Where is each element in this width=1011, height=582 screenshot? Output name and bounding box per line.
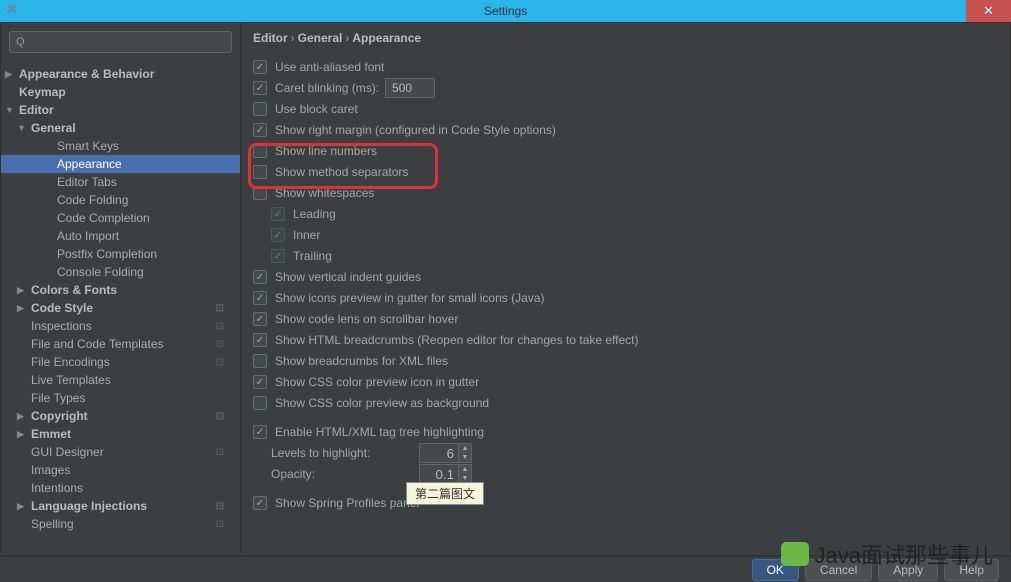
checkbox-whitespaces[interactable] [253,186,267,200]
label-inner: Inner [293,228,320,242]
checkbox-css-gutter[interactable] [253,375,267,389]
label-css-bg: Show CSS color preview as background [275,396,489,410]
tree-console-folding[interactable]: Console Folding [1,263,240,281]
tree-language-injections[interactable]: ▶Language Injections⊡ [1,497,240,515]
checkbox-anti-aliased[interactable] [253,60,267,74]
tree-keymap[interactable]: Keymap [1,83,240,101]
tree-file-types[interactable]: File Types [1,389,240,407]
settings-tree: ▶Appearance & Behavior Keymap ▼Editor ▼G… [1,61,240,555]
gear-icon: ⊡ [216,303,224,314]
app-icon: ⌘ [6,3,22,19]
gear-icon: ⊡ [216,501,224,512]
spinner-up-icon[interactable]: ▲ [459,465,471,474]
tree-file-code-templates[interactable]: File and Code Templates⊡ [1,335,240,353]
tree-auto-import[interactable]: Auto Import [1,227,240,245]
tree-colors-fonts[interactable]: ▶Colors & Fonts [1,281,240,299]
label-css-gutter: Show CSS color preview icon in gutter [275,375,479,389]
label-leading: Leading [293,207,336,221]
tree-spelling[interactable]: Spelling⊡ [1,515,240,533]
checkbox-icons-preview[interactable] [253,291,267,305]
label-anti-aliased: Use anti-aliased font [275,60,384,74]
tree-code-completion[interactable]: Code Completion [1,209,240,227]
label-opacity: Opacity: [271,467,411,481]
tree-editor-tabs[interactable]: Editor Tabs [1,173,240,191]
label-code-lens: Show code lens on scrollbar hover [275,312,458,326]
input-caret-blinking[interactable] [385,78,435,98]
checkbox-css-bg[interactable] [253,396,267,410]
label-block-caret: Use block caret [275,102,358,116]
label-line-numbers: Show line numbers [275,144,377,158]
gear-icon: ⊡ [216,447,224,458]
spinner-levels[interactable]: ▲▼ [419,443,472,463]
gear-icon: ⊡ [216,357,224,368]
checkbox-tag-tree[interactable] [253,425,267,439]
label-levels: Levels to highlight: [271,446,411,460]
checkbox-leading[interactable] [271,207,285,221]
ok-button[interactable]: OK [752,559,799,581]
label-icons-preview: Show icons preview in gutter for small i… [275,291,544,305]
label-right-margin: Show right margin (configured in Code St… [275,123,556,137]
titlebar: ⌘ Settings ✕ [0,0,1011,22]
tree-images[interactable]: Images [1,461,240,479]
tree-file-encodings[interactable]: File Encodings⊡ [1,353,240,371]
close-button[interactable]: ✕ [966,0,1011,22]
tree-appearance-behavior[interactable]: ▶Appearance & Behavior [1,65,240,83]
window-title: Settings [484,4,527,18]
apply-button[interactable]: Apply [878,559,938,581]
spinner-up-icon[interactable]: ▲ [459,444,471,453]
tree-live-templates[interactable]: Live Templates [1,371,240,389]
checkbox-xml-breadcrumbs[interactable] [253,354,267,368]
sidebar: Q ▶Appearance & Behavior Keymap ▼Editor … [1,23,241,555]
label-method-separators: Show method separators [275,165,408,179]
label-vertical-indent: Show vertical indent guides [275,270,421,284]
gear-icon: ⊡ [216,321,224,332]
checkbox-block-caret[interactable] [253,102,267,116]
tree-code-style[interactable]: ▶Code Style⊡ [1,299,240,317]
content-pane: Editor›General›Appearance Use anti-alias… [241,23,1010,555]
label-whitespaces: Show whitespaces [275,186,374,200]
tree-smart-keys[interactable]: Smart Keys [1,137,240,155]
tree-emmet[interactable]: ▶Emmet [1,425,240,443]
search-icon: Q [16,36,25,48]
checkbox-html-breadcrumbs[interactable] [253,333,267,347]
checkbox-method-separators[interactable] [253,165,267,179]
label-caret-blinking: Caret blinking (ms): [275,81,379,95]
label-xml-breadcrumbs: Show breadcrumbs for XML files [275,354,448,368]
tree-intentions[interactable]: Intentions [1,479,240,497]
tree-gui-designer[interactable]: GUI Designer⊡ [1,443,240,461]
cancel-button[interactable]: Cancel [805,559,872,581]
tree-appearance[interactable]: Appearance [1,155,240,173]
checkbox-line-numbers[interactable] [253,144,267,158]
label-spring-profiles: Show Spring Profiles panel [275,496,419,510]
checkbox-trailing[interactable] [271,249,285,263]
gear-icon: ⊡ [216,519,224,530]
tooltip: 第二篇图文 [406,482,484,505]
label-trailing: Trailing [293,249,332,263]
help-button[interactable]: Help [944,559,999,581]
gear-icon: ⊡ [216,339,224,350]
label-tag-tree: Enable HTML/XML tag tree highlighting [275,425,484,439]
search-input[interactable]: Q [9,31,232,53]
breadcrumb: Editor›General›Appearance [253,31,998,45]
spinner-down-icon[interactable]: ▼ [459,453,471,462]
tree-postfix-completion[interactable]: Postfix Completion [1,245,240,263]
checkbox-caret-blinking[interactable] [253,81,267,95]
tree-editor[interactable]: ▼Editor [1,101,240,119]
checkbox-right-margin[interactable] [253,123,267,137]
gear-icon: ⊡ [216,411,224,422]
tree-copyright[interactable]: ▶Copyright⊡ [1,407,240,425]
checkbox-spring-profiles[interactable] [253,496,267,510]
tree-code-folding[interactable]: Code Folding [1,191,240,209]
footer: OK Cancel Apply Help [0,556,1011,582]
label-html-breadcrumbs: Show HTML breadcrumbs (Reopen editor for… [275,333,639,347]
spinner-opacity[interactable]: ▲▼ [419,464,472,484]
checkbox-vertical-indent[interactable] [253,270,267,284]
tree-general[interactable]: ▼General [1,119,240,137]
checkbox-code-lens[interactable] [253,312,267,326]
tree-inspections[interactable]: Inspections⊡ [1,317,240,335]
checkbox-inner[interactable] [271,228,285,242]
